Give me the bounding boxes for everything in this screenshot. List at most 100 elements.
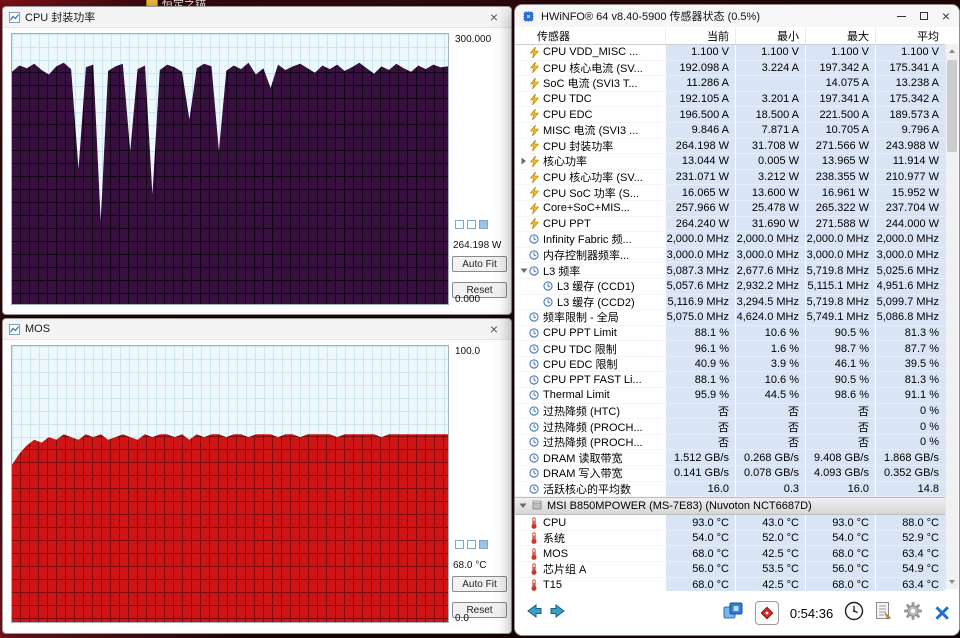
col-header-sensor[interactable]: 传感器 xyxy=(515,28,665,44)
scrollbar[interactable] xyxy=(945,44,958,589)
sensor-row[interactable]: Infinity Fabric 频... 2,000.0 MHz 2,000.0 M… xyxy=(515,232,945,248)
clock-icon xyxy=(528,343,540,354)
scroll-up-icon[interactable] xyxy=(946,45,958,57)
sensor-row[interactable]: CPU 封装功率 264.198 W 31.708 W 271.566 W 243.98… xyxy=(515,138,945,155)
motherboard-icon xyxy=(532,500,542,513)
motherboard-section-header[interactable]: MSI B850MPOWER (MS-7E83) (Nuvoton NCT668… xyxy=(515,497,945,516)
clock-icon xyxy=(528,468,540,478)
sensor-value-cur: 192.105 A xyxy=(665,91,735,108)
sensor-row[interactable]: L3 频率 5,087.3 MHz 2,677.6 MHz 5,719.8 MHz 5,… xyxy=(515,263,945,279)
clock-icon xyxy=(528,328,540,338)
sensor-row[interactable]: L3 缓存 (CCD1) 5,057.6 MHz 2,932.2 MHz 5,115.… xyxy=(515,278,945,295)
sensor-row[interactable]: MOS 68.0 °C 42.5 °C 68.0 °C 63.4 °C xyxy=(515,546,945,562)
chevron-right-icon[interactable] xyxy=(519,157,528,165)
sensor-row[interactable]: 过热降频 (PROCH... 否否否 0 % xyxy=(515,419,945,435)
sensor-value-min: 否 xyxy=(735,419,805,435)
col-header-max[interactable]: 最大 xyxy=(805,27,875,44)
sensor-row[interactable]: 活跃核心的平均数 16.0 0.3 16.0 14.8 xyxy=(515,481,945,498)
sensor-value-max: 56.0 °C xyxy=(805,562,875,578)
close-icon[interactable]: × xyxy=(483,8,505,26)
cpu-graph-style-squares[interactable] xyxy=(455,220,491,229)
sensor-value-min: 18.500 A xyxy=(735,107,805,123)
sensor-row[interactable]: 内存控制器频率... 3,000.0 MHz 3,000.0 MHz 3,000.0 … xyxy=(515,247,945,264)
sensor-row[interactable]: CPU VDD_MISC ... 1.100 V 1.100 V 1.100 V 1.1… xyxy=(515,45,945,61)
sensor-value-avg: 237.704 W xyxy=(875,200,945,217)
mos-graph-style-squares[interactable] xyxy=(455,540,491,549)
report-icon[interactable] xyxy=(875,601,892,626)
sensor-value-avg: 13.238 A xyxy=(875,76,945,92)
sensor-row[interactable]: SoC 电流 (SVI3 T... 11.286 A 14.075 A 13.238 … xyxy=(515,76,945,92)
sensor-row[interactable]: 频率限制 - 全局 5,075.0 MHz 4,624.0 MHz 5,749.1 M… xyxy=(515,310,945,326)
sensor-row[interactable]: DRAM 写入带宽 0.141 GB/s 0.078 GB/s 4.093 GB/s 0… xyxy=(515,466,945,482)
col-header-current[interactable]: 当前 xyxy=(665,27,735,44)
sensor-row[interactable]: CPU EDC 196.500 A 18.500 A 221.500 A 189.573… xyxy=(515,107,945,123)
sensor-row[interactable]: 系统 54.0 °C 52.0 °C 54.0 °C 52.9 °C xyxy=(515,530,945,547)
sensor-row[interactable]: MISC 电流 (SVI3 ... 9.846 A 7.871 A 10.705 A9… xyxy=(515,122,945,139)
clock-icon[interactable] xyxy=(844,601,864,626)
hwinfo-toolbar: 0:54:36 × xyxy=(515,591,959,635)
scrollbar-thumb[interactable] xyxy=(947,60,957,152)
chevron-down-icon[interactable] xyxy=(519,500,527,512)
sensor-row[interactable]: CPU 核心电流 (SV... 192.098 A 3.224 A 197.342 A… xyxy=(515,60,945,77)
close-icon[interactable]: × xyxy=(942,9,950,23)
sensor-row[interactable]: CPU TDC 192.105 A 3.201 A 197.341 A 175.342 … xyxy=(515,91,945,108)
sensor-row[interactable]: 核心功率 13.044 W 0.005 W 13.965 W 11.914 W xyxy=(515,154,945,170)
chevron-down-icon[interactable] xyxy=(519,267,528,274)
sensor-name: 频率限制 - 全局 xyxy=(543,312,619,325)
alert-icon[interactable] xyxy=(754,601,779,625)
sensor-value-max: 197.341 A xyxy=(805,91,875,108)
minimize-icon[interactable] xyxy=(896,15,906,17)
sensor-value-min: 0.078 GB/s xyxy=(735,466,805,482)
scroll-down-icon[interactable] xyxy=(946,576,958,588)
bolt-icon xyxy=(528,77,540,89)
motherboard-section-title: MSI B850MPOWER (MS-7E83) (Nuvoton NCT668… xyxy=(547,500,812,513)
sensor-value-cur: 196.500 A xyxy=(665,107,735,123)
sensor-name: DRAM 读取带宽 xyxy=(543,452,623,465)
mos-graph-titlebar[interactable]: MOS × xyxy=(3,319,511,340)
sensor-name: L3 频率 xyxy=(543,265,581,278)
cpu-graph-titlebar[interactable]: CPU 封装功率 × xyxy=(3,7,511,28)
hwinfo-titlebar[interactable]: HWiNFO® 64 v8.40-5900 传感器状态 (0.5%) × xyxy=(515,5,959,27)
nav-back-icon[interactable] xyxy=(524,602,543,625)
sensor-row[interactable]: CPU TDC 限制 96.1 % 1.6 % 98.7 % 87.7 % xyxy=(515,341,945,357)
sensor-row[interactable]: CPU SoC 功率 (S... 16.065 W 13.600 W 16.961 W… xyxy=(515,185,945,201)
sensor-row[interactable]: CPU 核心功率 (SV... 231.071 W 3.212 W 238.355 W… xyxy=(515,169,945,186)
close-sensors-icon[interactable]: × xyxy=(934,599,950,627)
sensor-row[interactable]: CPU PPT FAST Li... 88.1 % 10.6 % 90.5 % 81.3… xyxy=(515,372,945,389)
col-header-avg[interactable]: 平均 xyxy=(875,27,945,44)
sensor-row[interactable]: 过热降频 (HTC) 否否否 0 % xyxy=(515,403,945,420)
sensor-value-avg: 1.100 V xyxy=(875,45,945,61)
sensor-row[interactable]: Thermal Limit 95.9 % 44.5 % 98.6 % 91.1 % xyxy=(515,388,945,404)
sensor-row[interactable]: Core+SoC+MIS... 257.966 W 25.478 W 265.322 … xyxy=(515,200,945,217)
sensor-value-max: 否 xyxy=(805,419,875,435)
auto-fit-button[interactable]: Auto Fit xyxy=(452,256,507,272)
sensor-row[interactable]: CPU 93.0 °C 43.0 °C 93.0 °C 88.0 °C xyxy=(515,515,945,531)
auto-fit-button[interactable]: Auto Fit xyxy=(452,576,507,592)
sensor-name: CPU 封装功率 xyxy=(543,140,614,153)
sensor-row[interactable]: CPU EDC 限制 40.9 % 3.9 % 46.1 % 39.5 % xyxy=(515,356,945,373)
sensor-value-avg: 87.7 % xyxy=(875,341,945,357)
settings-gear-icon[interactable] xyxy=(903,601,923,626)
sensor-row[interactable]: CPU PPT 264.240 W 31.690 W 271.588 W 244.000… xyxy=(515,216,945,233)
temp-icon xyxy=(528,579,540,591)
nav-forward-icon[interactable] xyxy=(549,602,568,625)
sensor-row[interactable]: DRAM 读取带宽 1.512 GB/s 0.268 GB/s 9.408 GB/s 1… xyxy=(515,450,945,467)
sensor-row[interactable]: CPU PPT Limit 88.1 % 10.6 % 90.5 % 81.3 % xyxy=(515,325,945,342)
sensor-value-max: 98.7 % xyxy=(805,341,875,357)
sensor-name: CPU TDC xyxy=(543,93,592,106)
sensor-value-avg: 1.868 GB/s xyxy=(875,450,945,467)
maximize-icon[interactable] xyxy=(919,12,928,20)
sensor-value-cur: 16.0 xyxy=(665,481,735,498)
sensor-value-avg: 210.977 W xyxy=(875,169,945,186)
col-header-min[interactable]: 最小 xyxy=(735,27,805,44)
graph-icon xyxy=(9,323,20,335)
sensor-value-cur: 40.9 % xyxy=(665,356,735,373)
sensor-value-max: 5,719.8 MHz xyxy=(805,263,875,279)
sensor-name: MOS xyxy=(543,547,569,560)
sensors-chip-icon[interactable] xyxy=(722,601,744,626)
close-icon[interactable]: × xyxy=(483,320,505,338)
sensor-row[interactable]: 过热降频 (PROCH... 否否否 0 % xyxy=(515,434,945,451)
sensor-row[interactable]: 芯片组 A 56.0 °C 53.5 °C 56.0 °C 54.9 °C xyxy=(515,562,945,578)
sensor-row[interactable]: L3 缓存 (CCD2) 5,116.9 MHz 3,294.5 MHz 5,719.… xyxy=(515,294,945,311)
sensor-value-min: 3.9 % xyxy=(735,356,805,373)
